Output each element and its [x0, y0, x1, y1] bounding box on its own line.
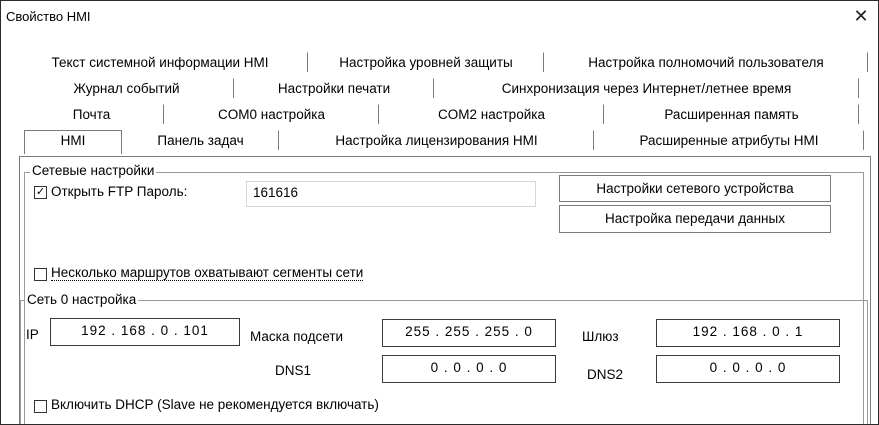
ftp-password-field[interactable]: 161616 — [246, 181, 536, 207]
ftp-label: Открыть FTP Пароль: — [51, 184, 188, 199]
dns1-label: DNS1 — [275, 363, 312, 378]
ip-address-field[interactable]: 192 . 168 . 0 . 101 — [50, 318, 240, 346]
subnet-mask-label: Маска подсети — [250, 329, 344, 344]
close-icon[interactable]: ✕ — [850, 5, 872, 27]
tab-user-permissions[interactable]: Настройка полномочий пользователя — [544, 52, 868, 72]
tab-com0[interactable]: COM0 настройка — [164, 104, 379, 124]
gateway-label: Шлюз — [582, 329, 619, 344]
subnet-mask-field[interactable]: 255 . 255 . 255 . 0 — [382, 319, 556, 347]
dns2-field[interactable]: 0 . 0 . 0 . 0 — [656, 355, 840, 383]
tab-print-settings[interactable]: Настройки печати — [234, 78, 434, 98]
hmi-properties-dialog: Свойство HMI ✕ Текст системной информаци… — [0, 0, 879, 425]
ftp-checkbox[interactable]: ✓ — [34, 186, 47, 199]
tab-hmi[interactable]: HMI — [24, 130, 122, 154]
tab-protection-levels[interactable]: Настройка уровней защиты — [308, 52, 544, 72]
tab-internet-sync[interactable]: Синхронизация через Интернет/летнее врем… — [434, 78, 859, 98]
hmi-tab-panel: Сетевые настройки ✓ Открыть FTP Пароль: … — [19, 156, 871, 424]
tab-com2[interactable]: COM2 настройка — [379, 104, 604, 124]
network-device-settings-button[interactable]: Настройки сетевого устройства — [559, 175, 831, 202]
title-bar: Свойство HMI ✕ — [1, 1, 878, 31]
tab-mail[interactable]: Почта — [19, 104, 164, 124]
tab-hmi-licensing[interactable]: Настройка лицензирования HMI — [279, 130, 594, 150]
ip-label: IP — [26, 327, 39, 342]
tab-event-log[interactable]: Журнал событий — [19, 78, 234, 98]
network0-label: Сеть 0 настройка — [25, 292, 139, 307]
gateway-field[interactable]: 192 . 168 . 0 . 1 — [656, 319, 840, 347]
window-title: Свойство HMI — [6, 9, 91, 24]
multi-route-checkbox[interactable] — [34, 268, 47, 281]
tab-hmi-extended-attributes[interactable]: Расширенные атрибуты HMI — [594, 130, 864, 150]
tab-system-info[interactable]: Текст системной информации HMI — [12, 52, 308, 72]
tab-extended-memory[interactable]: Расширенная память — [604, 104, 859, 124]
multi-route-label: Несколько маршрутов охватывают сегменты … — [51, 265, 364, 281]
data-transfer-settings-button[interactable]: Настройка передачи данных — [559, 205, 831, 233]
tab-taskbar[interactable]: Панель задач — [122, 130, 279, 150]
dns1-field[interactable]: 0 . 0 . 0 . 0 — [382, 355, 556, 383]
network-settings-label: Сетевые настройки — [30, 163, 157, 178]
dhcp-label: Включить DHCP (Slave не рекомендуется вк… — [51, 397, 379, 412]
dns2-label: DNS2 — [587, 367, 624, 382]
dhcp-checkbox[interactable] — [34, 400, 47, 413]
